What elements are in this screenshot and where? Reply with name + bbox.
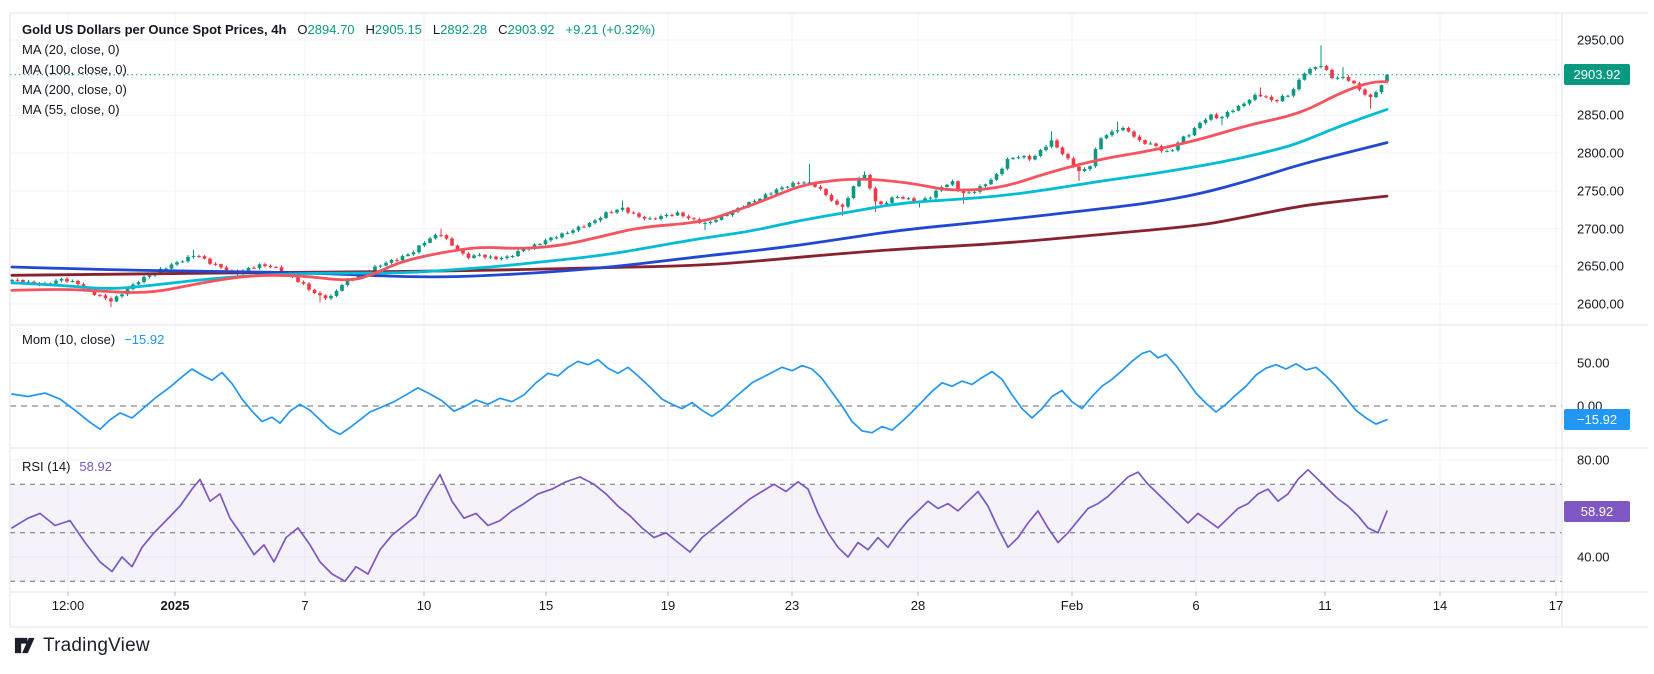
time-axis-label: 6 <box>1192 598 1199 613</box>
price-axis-label: 2650.00 <box>1577 259 1624 274</box>
time-axis-label: 14 <box>1433 598 1447 613</box>
momentum-axis-label: 50.00 <box>1577 356 1610 371</box>
ma-100-legend[interactable]: MA (100, close, 0) <box>22 60 655 80</box>
symbol-title[interactable]: Gold US Dollars per Ounce Spot Prices, 4… <box>22 20 286 40</box>
open-value: O2894.70 <box>297 20 354 40</box>
time-axis-label: 17 <box>1549 598 1563 613</box>
price-axis-label: 2950.00 <box>1577 33 1624 48</box>
time-axis-label: 7 <box>301 598 308 613</box>
time-axis-label: 23 <box>785 598 799 613</box>
symbol-ohlc-row[interactable]: Gold US Dollars per Ounce Spot Prices, 4… <box>22 20 655 40</box>
change-value: +9.21 (+0.32%) <box>566 20 656 40</box>
momentum-legend[interactable]: Mom (10, close) −15.92 <box>22 330 164 350</box>
rsi-axis-label: 80.00 <box>1577 453 1610 468</box>
time-axis-label: 15 <box>539 598 553 613</box>
rsi-axis-label: 40.00 <box>1577 550 1610 565</box>
time-axis-label: 10 <box>417 598 431 613</box>
tradingview-text: TradingView <box>43 635 150 657</box>
low-value: L2892.28 <box>433 20 487 40</box>
rsi-value: 58.92 <box>79 457 112 477</box>
tradingview-mark-icon <box>13 634 36 657</box>
momentum-label: Mom (10, close) <box>22 330 115 350</box>
rsi-legend[interactable]: RSI (14) 58.92 <box>22 457 112 477</box>
high-value: H2905.15 <box>366 20 422 40</box>
time-axis-label: 19 <box>661 598 675 613</box>
price-axis-label: 2700.00 <box>1577 221 1624 236</box>
price-axis-label: 2850.00 <box>1577 108 1624 123</box>
momentum-value: −15.92 <box>124 330 164 350</box>
time-axis-label: Feb <box>1061 598 1083 613</box>
price-axis-label: 2600.00 <box>1577 297 1624 312</box>
rsi-label: RSI (14) <box>22 457 70 477</box>
price-axis-label: 2800.00 <box>1577 146 1624 161</box>
time-axis-label: 11 <box>1318 598 1332 613</box>
time-axis-label: 2025 <box>161 598 190 613</box>
rsi-value-badge: 58.92 <box>1564 501 1630 522</box>
time-axis-label: 12:00 <box>52 598 85 613</box>
time-axis-label: 28 <box>911 598 925 613</box>
tradingview-logo[interactable]: TradingView <box>13 634 150 657</box>
ma-20-legend[interactable]: MA (20, close, 0) <box>22 40 655 60</box>
trading-chart-window: Gold US Dollars per Ounce Spot Prices, 4… <box>0 0 1654 674</box>
main-legend: Gold US Dollars per Ounce Spot Prices, 4… <box>22 20 655 120</box>
ma-55-legend[interactable]: MA (55, close, 0) <box>22 100 655 120</box>
ma-200-legend[interactable]: MA (200, close, 0) <box>22 80 655 100</box>
price-axis-label: 2750.00 <box>1577 183 1624 198</box>
momentum-value-badge: −15.92 <box>1564 409 1630 430</box>
last-price-badge: 2903.92 <box>1564 64 1630 85</box>
close-value: C2903.92 <box>498 20 554 40</box>
